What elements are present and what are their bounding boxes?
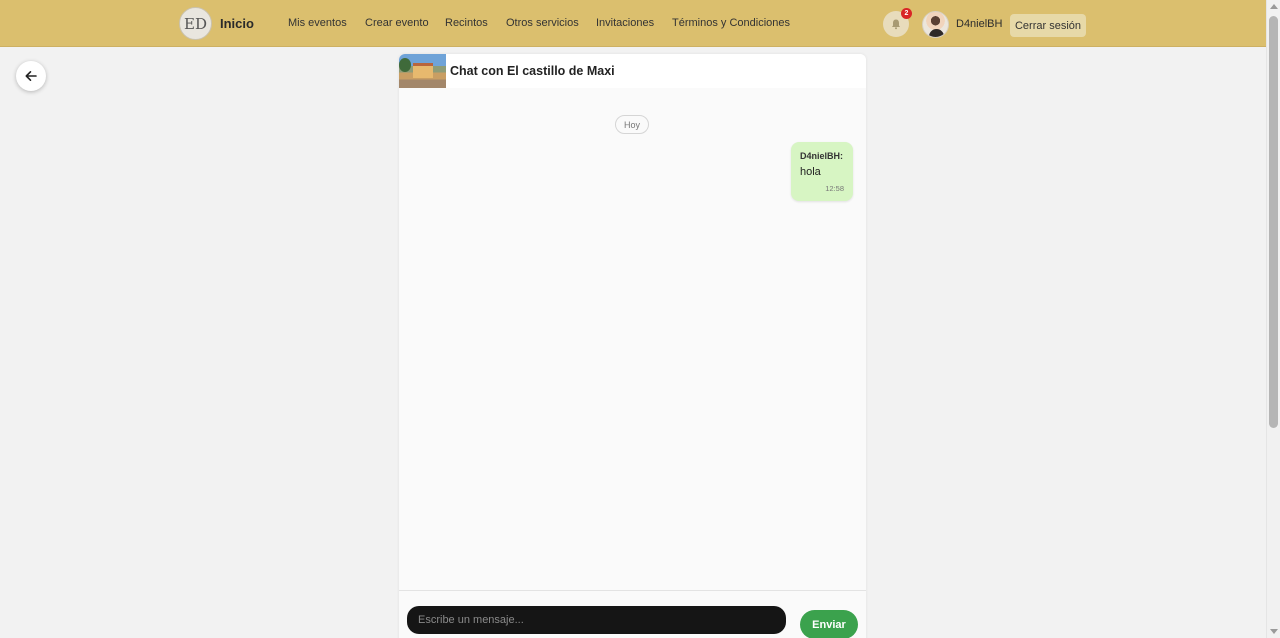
logout-button[interactable]: Cerrar sesión [1010, 14, 1086, 37]
username-label[interactable]: D4nielBH [956, 18, 1002, 30]
nav-link-otros-servicios[interactable]: Otros servicios [506, 17, 579, 29]
message-input[interactable] [407, 606, 786, 634]
message-time: 12:58 [825, 184, 844, 193]
nav-link-terminos[interactable]: Términos y Condiciones [672, 17, 790, 29]
chat-panel: Chat con El castillo de Maxi Hoy D4nielB… [399, 54, 866, 638]
logo[interactable]: ED [179, 7, 212, 40]
notification-count-badge: 2 [901, 8, 912, 19]
nav-link-recintos[interactable]: Recintos [445, 17, 488, 29]
scrollbar-thumb[interactable] [1269, 16, 1278, 428]
brand-home-link[interactable]: Inicio [220, 16, 254, 31]
venue-thumbnail [399, 54, 446, 88]
scroll-down-arrow-icon[interactable] [1270, 629, 1278, 634]
nav-link-crear-evento[interactable]: Crear evento [365, 17, 429, 29]
nav-link-mis-eventos[interactable]: Mis eventos [288, 17, 347, 29]
top-navbar: ED Inicio Mis eventos Crear evento Recin… [0, 0, 1266, 47]
day-separator: Hoy [615, 115, 649, 134]
chat-title: Chat con El castillo de Maxi [450, 64, 615, 78]
avatar[interactable] [922, 11, 949, 38]
message-bubble: D4nielBH: hola 12:58 [791, 142, 853, 201]
send-button[interactable]: Enviar [800, 610, 858, 638]
scroll-up-arrow-icon[interactable] [1270, 4, 1278, 9]
back-button[interactable] [16, 61, 46, 91]
message-text: hola [800, 166, 821, 178]
arrow-left-icon [25, 71, 37, 81]
nav-link-invitaciones[interactable]: Invitaciones [596, 17, 654, 29]
page-scrollbar[interactable] [1266, 0, 1280, 638]
message-sender: D4nielBH: [800, 151, 844, 161]
bell-icon-glyph [892, 19, 900, 30]
input-divider [399, 590, 866, 591]
chat-header: Chat con El castillo de Maxi [399, 54, 866, 88]
